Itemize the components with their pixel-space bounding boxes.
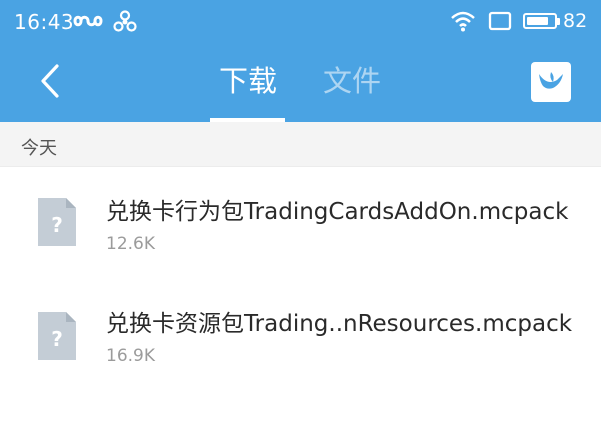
tab-files[interactable]: 文件 <box>323 62 381 100</box>
file-size: 16.9K <box>106 346 155 366</box>
swift-bird-app-button[interactable] <box>531 62 571 102</box>
section-label: 今天 <box>21 138 57 159</box>
status-bar: 16:43 82 <box>0 0 601 44</box>
tab-download[interactable]: 下载 <box>219 62 277 100</box>
app-header: 16:43 82 下载 文件 <box>0 0 601 122</box>
file-size: 12.6K <box>106 234 155 254</box>
file-list-item[interactable]: ? 兑换卡行为包TradingCardsAddOn.mcpack 12.6K <box>0 166 601 278</box>
fan-icon <box>112 10 138 38</box>
back-arrow-icon[interactable] <box>38 62 62 104</box>
wifi-icon <box>450 10 476 36</box>
battery-level: 82 <box>563 10 588 32</box>
date-section-header: 今天 <box>0 122 601 167</box>
battery-icon <box>523 13 557 29</box>
infinity-icon <box>73 12 103 34</box>
svg-text:?: ? <box>51 213 63 237</box>
battery-tip <box>557 18 560 25</box>
status-time: 16:43 <box>14 10 75 34</box>
unknown-file-icon: ? <box>36 310 78 366</box>
file-name: 兑换卡资源包Trading..nResources.mcpack <box>106 311 573 337</box>
bird-icon <box>539 72 563 89</box>
unknown-file-icon: ? <box>36 196 78 252</box>
svg-text:?: ? <box>51 327 63 351</box>
file-name: 兑换卡行为包TradingCardsAddOn.mcpack <box>106 199 569 225</box>
battery-fill <box>527 17 549 25</box>
screen-icon <box>488 11 512 35</box>
file-list-item[interactable]: ? 兑换卡资源包Trading..nResources.mcpack 16.9K <box>0 280 601 392</box>
